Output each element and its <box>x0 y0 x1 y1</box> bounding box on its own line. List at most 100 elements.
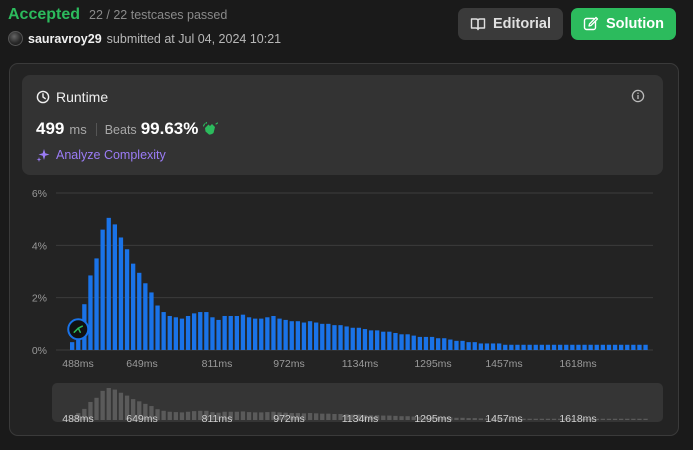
chart-bar[interactable] <box>472 342 477 350</box>
chart-bar[interactable] <box>600 344 605 350</box>
chart-bar[interactable] <box>100 229 105 350</box>
chart-bar[interactable] <box>545 344 551 350</box>
chart-bar[interactable] <box>131 263 136 350</box>
chart-bar[interactable] <box>295 321 300 350</box>
chart-bar[interactable] <box>637 344 642 350</box>
chart-bar[interactable] <box>625 344 630 350</box>
chart-bar[interactable] <box>582 344 587 350</box>
chart-bar[interactable] <box>118 237 124 350</box>
chart-bar[interactable] <box>484 343 490 350</box>
chart-bar[interactable] <box>594 344 599 350</box>
chart-bar[interactable] <box>368 330 374 350</box>
chart-bar[interactable] <box>423 336 429 350</box>
chart-bar[interactable] <box>124 249 130 350</box>
chart-bar[interactable] <box>143 283 148 350</box>
chart-bar[interactable] <box>503 344 508 350</box>
chart-bar[interactable] <box>112 224 117 350</box>
chart-bar[interactable] <box>137 272 142 350</box>
chart-bar[interactable] <box>515 344 520 350</box>
chart-bar[interactable] <box>570 344 575 350</box>
chart-navigator[interactable]: 488ms 649ms 811ms 972ms 1134ms 1295ms 1457ms 16… <box>52 383 663 425</box>
chart-bar[interactable] <box>521 344 526 350</box>
chart-bar[interactable] <box>466 342 471 350</box>
chart-bar[interactable] <box>94 258 99 350</box>
chart-bar[interactable] <box>192 313 197 350</box>
chart-bar[interactable] <box>344 326 349 350</box>
chart-bar[interactable] <box>405 334 410 350</box>
chart-bar[interactable] <box>155 305 160 350</box>
chart-bar[interactable] <box>253 318 258 350</box>
navigator-bar <box>167 411 172 420</box>
chart-bar[interactable] <box>314 322 319 350</box>
chart-bar[interactable] <box>265 317 270 350</box>
chart-bar[interactable] <box>551 344 557 350</box>
chart-bar[interactable] <box>362 329 368 350</box>
chart-bar[interactable] <box>588 344 593 350</box>
chart-bar[interactable] <box>228 315 233 350</box>
navigator-bar <box>533 418 538 420</box>
chart-bar[interactable] <box>533 344 538 350</box>
chart-bar[interactable] <box>558 344 563 350</box>
chart-bar[interactable] <box>454 340 459 350</box>
chart-bar[interactable] <box>460 340 465 350</box>
chart-bar[interactable] <box>222 315 227 350</box>
chart-bar[interactable] <box>448 339 453 350</box>
chart-bar[interactable] <box>332 325 337 350</box>
chart-bar[interactable] <box>612 344 618 350</box>
chart-bar[interactable] <box>429 336 435 350</box>
chart-bar[interactable] <box>246 317 252 350</box>
chart-bar[interactable] <box>381 331 386 350</box>
chart-bar[interactable] <box>259 318 264 350</box>
chart-bar[interactable] <box>234 315 239 350</box>
chart-bar[interactable] <box>149 292 154 350</box>
chart-bar[interactable] <box>161 312 166 350</box>
chart-bar[interactable] <box>387 331 392 350</box>
chart-bar[interactable] <box>509 344 514 350</box>
chart-bar[interactable] <box>210 317 215 350</box>
chart-bar[interactable] <box>283 319 288 350</box>
chart-bar[interactable] <box>619 344 624 350</box>
chart-bar[interactable] <box>179 318 185 350</box>
chart-bar[interactable] <box>539 344 544 350</box>
chart-bar[interactable] <box>576 344 581 350</box>
chart-bar[interactable] <box>411 335 416 350</box>
chart-bar[interactable] <box>399 334 404 350</box>
chart-bar[interactable] <box>497 343 502 350</box>
navigator-tick-label: 811ms <box>202 413 233 425</box>
chart-bar[interactable] <box>198 312 203 350</box>
chart-bar[interactable] <box>356 327 361 350</box>
y-tick-label: 4% <box>32 240 47 252</box>
chart-bar[interactable] <box>277 318 282 350</box>
chart-bar[interactable] <box>216 319 221 350</box>
chart-bar[interactable] <box>490 343 496 350</box>
chart-bar[interactable] <box>320 323 325 350</box>
chart-bar[interactable] <box>338 325 343 350</box>
chart-bar[interactable] <box>204 312 209 350</box>
chart-bar[interactable] <box>106 217 111 350</box>
chart-bar[interactable] <box>185 315 191 350</box>
chart-bar[interactable] <box>417 336 422 350</box>
your-submission-marker[interactable] <box>67 318 90 341</box>
chart-bar[interactable] <box>478 343 483 350</box>
chart-bar[interactable] <box>307 321 313 350</box>
navigator-bar <box>478 418 483 420</box>
chart-bar[interactable] <box>70 342 75 350</box>
chart-bar[interactable] <box>240 314 246 350</box>
chart-bar[interactable] <box>527 344 532 350</box>
chart-bar[interactable] <box>271 315 276 350</box>
chart-bar[interactable] <box>643 344 648 350</box>
chart-bar[interactable] <box>393 332 398 350</box>
chart-bar[interactable] <box>375 330 380 350</box>
chart-bar[interactable] <box>167 315 172 350</box>
chart-bar[interactable] <box>436 338 441 350</box>
chart-bar[interactable] <box>88 275 93 350</box>
chart-bar[interactable] <box>350 327 355 350</box>
chart-bar[interactable] <box>301 322 307 350</box>
chart-bar[interactable] <box>631 344 636 350</box>
chart-bar[interactable] <box>564 344 569 350</box>
chart-bar[interactable] <box>173 317 178 350</box>
chart-bar[interactable] <box>326 323 331 350</box>
chart-bar[interactable] <box>289 321 294 350</box>
chart-bar[interactable] <box>442 338 447 350</box>
chart-bar[interactable] <box>606 344 612 350</box>
